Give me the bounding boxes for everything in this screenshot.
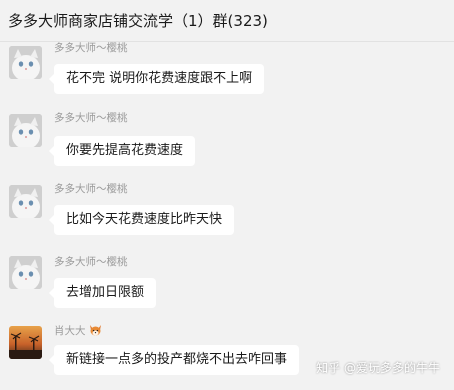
message-bubble[interactable]: 你要先提高花费速度 [48, 136, 196, 166]
message-bubble[interactable]: 比如今天花费速度比昨天快 [48, 205, 235, 235]
white-cat-avatar[interactable] [9, 114, 42, 147]
zhihu-watermark: 知乎 @爱玩多多的牛牛 [316, 361, 440, 375]
sender-name-text: 肖大大 [54, 325, 86, 337]
sender-name: 多多大师～樱桃 [54, 183, 128, 195]
chat-titlebar: 多多大师商家店铺交流学（1）群(323) [0, 0, 454, 42]
message-bubble[interactable]: 花不完 说明你花费速度跟不上啊 [48, 64, 265, 94]
white-cat-avatar[interactable] [9, 185, 42, 218]
message-item: 多多大师～樱桃 你要先提高花费速度 [0, 108, 454, 168]
sunset-avatar[interactable] [9, 326, 42, 359]
message-item: 多多大师～樱桃 比如今天花费速度比昨天快 [0, 179, 454, 239]
sender-name: 多多大师～樱桃 [54, 112, 128, 124]
sender-name: 肖大大 [54, 323, 102, 338]
sender-name: 多多大师～樱桃 [54, 42, 128, 54]
chat-title: 多多大师商家店铺交流学（1）群(323) [8, 12, 268, 30]
fox-emoji-icon [89, 325, 101, 336]
sender-name: 多多大师～樱桃 [54, 256, 128, 268]
white-cat-avatar[interactable] [9, 46, 42, 79]
message-item: 肖大大 新链接一点多的投产都烧不出去咋回事 [0, 320, 454, 386]
message-item: 多多大师～樱桃 花不完 说明你花费速度跟不上啊 [0, 40, 454, 100]
message-bubble[interactable]: 新链接一点多的投产都烧不出去咋回事 [48, 345, 300, 375]
message-bubble[interactable]: 去增加日限额 [48, 278, 157, 308]
message-item: 多多大师～樱桃 去增加日限额 [0, 250, 454, 310]
white-cat-avatar[interactable] [9, 256, 42, 289]
